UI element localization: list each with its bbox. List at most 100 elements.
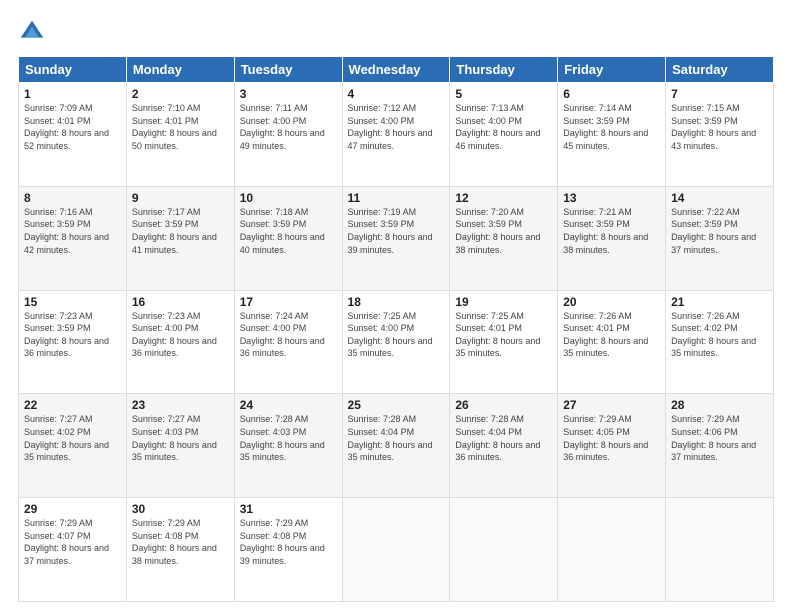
calendar-cell: 24 Sunrise: 7:28 AM Sunset: 4:03 PM Dayl… [234, 394, 342, 498]
calendar-week-5: 29 Sunrise: 7:29 AM Sunset: 4:07 PM Dayl… [19, 498, 774, 602]
day-info: Sunrise: 7:29 AM Sunset: 4:06 PM Dayligh… [671, 413, 768, 463]
day-info: Sunrise: 7:10 AM Sunset: 4:01 PM Dayligh… [132, 102, 229, 152]
day-number: 21 [671, 295, 768, 309]
col-header-saturday: Saturday [666, 57, 774, 83]
day-info: Sunrise: 7:24 AM Sunset: 4:00 PM Dayligh… [240, 310, 337, 360]
day-info: Sunrise: 7:27 AM Sunset: 4:03 PM Dayligh… [132, 413, 229, 463]
day-info: Sunrise: 7:26 AM Sunset: 4:02 PM Dayligh… [671, 310, 768, 360]
day-number: 9 [132, 191, 229, 205]
day-info: Sunrise: 7:15 AM Sunset: 3:59 PM Dayligh… [671, 102, 768, 152]
calendar-cell: 4 Sunrise: 7:12 AM Sunset: 4:00 PM Dayli… [342, 83, 450, 187]
day-number: 20 [563, 295, 660, 309]
calendar-week-2: 8 Sunrise: 7:16 AM Sunset: 3:59 PM Dayli… [19, 186, 774, 290]
calendar-cell: 10 Sunrise: 7:18 AM Sunset: 3:59 PM Dayl… [234, 186, 342, 290]
day-number: 27 [563, 398, 660, 412]
calendar-cell: 3 Sunrise: 7:11 AM Sunset: 4:00 PM Dayli… [234, 83, 342, 187]
col-header-tuesday: Tuesday [234, 57, 342, 83]
logo [18, 18, 50, 46]
page: SundayMondayTuesdayWednesdayThursdayFrid… [0, 0, 792, 612]
calendar-week-3: 15 Sunrise: 7:23 AM Sunset: 3:59 PM Dayl… [19, 290, 774, 394]
day-info: Sunrise: 7:25 AM Sunset: 4:01 PM Dayligh… [455, 310, 552, 360]
header [18, 18, 774, 46]
day-info: Sunrise: 7:13 AM Sunset: 4:00 PM Dayligh… [455, 102, 552, 152]
day-info: Sunrise: 7:18 AM Sunset: 3:59 PM Dayligh… [240, 206, 337, 256]
col-header-monday: Monday [126, 57, 234, 83]
col-header-thursday: Thursday [450, 57, 558, 83]
calendar-cell: 8 Sunrise: 7:16 AM Sunset: 3:59 PM Dayli… [19, 186, 127, 290]
col-header-friday: Friday [558, 57, 666, 83]
calendar-cell: 6 Sunrise: 7:14 AM Sunset: 3:59 PM Dayli… [558, 83, 666, 187]
day-info: Sunrise: 7:29 AM Sunset: 4:08 PM Dayligh… [132, 517, 229, 567]
calendar-cell: 27 Sunrise: 7:29 AM Sunset: 4:05 PM Dayl… [558, 394, 666, 498]
day-info: Sunrise: 7:11 AM Sunset: 4:00 PM Dayligh… [240, 102, 337, 152]
calendar-cell: 9 Sunrise: 7:17 AM Sunset: 3:59 PM Dayli… [126, 186, 234, 290]
day-info: Sunrise: 7:17 AM Sunset: 3:59 PM Dayligh… [132, 206, 229, 256]
day-number: 30 [132, 502, 229, 516]
day-number: 3 [240, 87, 337, 101]
day-number: 6 [563, 87, 660, 101]
calendar-cell [666, 498, 774, 602]
day-number: 23 [132, 398, 229, 412]
calendar-cell: 20 Sunrise: 7:26 AM Sunset: 4:01 PM Dayl… [558, 290, 666, 394]
day-number: 11 [348, 191, 445, 205]
calendar-cell: 28 Sunrise: 7:29 AM Sunset: 4:06 PM Dayl… [666, 394, 774, 498]
day-info: Sunrise: 7:20 AM Sunset: 3:59 PM Dayligh… [455, 206, 552, 256]
day-number: 2 [132, 87, 229, 101]
day-number: 14 [671, 191, 768, 205]
day-info: Sunrise: 7:29 AM Sunset: 4:07 PM Dayligh… [24, 517, 121, 567]
calendar-cell: 16 Sunrise: 7:23 AM Sunset: 4:00 PM Dayl… [126, 290, 234, 394]
col-header-wednesday: Wednesday [342, 57, 450, 83]
day-info: Sunrise: 7:23 AM Sunset: 3:59 PM Dayligh… [24, 310, 121, 360]
calendar-cell: 1 Sunrise: 7:09 AM Sunset: 4:01 PM Dayli… [19, 83, 127, 187]
calendar-cell: 26 Sunrise: 7:28 AM Sunset: 4:04 PM Dayl… [450, 394, 558, 498]
day-number: 7 [671, 87, 768, 101]
day-number: 15 [24, 295, 121, 309]
logo-icon [18, 18, 46, 46]
calendar-cell: 15 Sunrise: 7:23 AM Sunset: 3:59 PM Dayl… [19, 290, 127, 394]
day-number: 19 [455, 295, 552, 309]
day-number: 13 [563, 191, 660, 205]
calendar-cell [558, 498, 666, 602]
day-info: Sunrise: 7:29 AM Sunset: 4:05 PM Dayligh… [563, 413, 660, 463]
day-number: 17 [240, 295, 337, 309]
day-number: 18 [348, 295, 445, 309]
calendar-cell: 19 Sunrise: 7:25 AM Sunset: 4:01 PM Dayl… [450, 290, 558, 394]
calendar-cell [342, 498, 450, 602]
calendar-cell: 29 Sunrise: 7:29 AM Sunset: 4:07 PM Dayl… [19, 498, 127, 602]
day-info: Sunrise: 7:12 AM Sunset: 4:00 PM Dayligh… [348, 102, 445, 152]
day-info: Sunrise: 7:28 AM Sunset: 4:03 PM Dayligh… [240, 413, 337, 463]
day-number: 24 [240, 398, 337, 412]
day-info: Sunrise: 7:27 AM Sunset: 4:02 PM Dayligh… [24, 413, 121, 463]
day-info: Sunrise: 7:23 AM Sunset: 4:00 PM Dayligh… [132, 310, 229, 360]
day-number: 10 [240, 191, 337, 205]
day-info: Sunrise: 7:19 AM Sunset: 3:59 PM Dayligh… [348, 206, 445, 256]
calendar-week-4: 22 Sunrise: 7:27 AM Sunset: 4:02 PM Dayl… [19, 394, 774, 498]
calendar-body: 1 Sunrise: 7:09 AM Sunset: 4:01 PM Dayli… [19, 83, 774, 602]
calendar-cell: 11 Sunrise: 7:19 AM Sunset: 3:59 PM Dayl… [342, 186, 450, 290]
day-info: Sunrise: 7:09 AM Sunset: 4:01 PM Dayligh… [24, 102, 121, 152]
calendar-cell: 13 Sunrise: 7:21 AM Sunset: 3:59 PM Dayl… [558, 186, 666, 290]
calendar-cell: 5 Sunrise: 7:13 AM Sunset: 4:00 PM Dayli… [450, 83, 558, 187]
day-number: 1 [24, 87, 121, 101]
day-info: Sunrise: 7:22 AM Sunset: 3:59 PM Dayligh… [671, 206, 768, 256]
day-number: 8 [24, 191, 121, 205]
day-info: Sunrise: 7:21 AM Sunset: 3:59 PM Dayligh… [563, 206, 660, 256]
calendar-cell [450, 498, 558, 602]
calendar-cell: 25 Sunrise: 7:28 AM Sunset: 4:04 PM Dayl… [342, 394, 450, 498]
day-number: 26 [455, 398, 552, 412]
day-info: Sunrise: 7:14 AM Sunset: 3:59 PM Dayligh… [563, 102, 660, 152]
day-info: Sunrise: 7:25 AM Sunset: 4:00 PM Dayligh… [348, 310, 445, 360]
calendar-cell: 23 Sunrise: 7:27 AM Sunset: 4:03 PM Dayl… [126, 394, 234, 498]
day-info: Sunrise: 7:16 AM Sunset: 3:59 PM Dayligh… [24, 206, 121, 256]
calendar-cell: 22 Sunrise: 7:27 AM Sunset: 4:02 PM Dayl… [19, 394, 127, 498]
day-number: 28 [671, 398, 768, 412]
calendar-cell: 2 Sunrise: 7:10 AM Sunset: 4:01 PM Dayli… [126, 83, 234, 187]
calendar-cell: 31 Sunrise: 7:29 AM Sunset: 4:08 PM Dayl… [234, 498, 342, 602]
day-info: Sunrise: 7:26 AM Sunset: 4:01 PM Dayligh… [563, 310, 660, 360]
calendar-cell: 18 Sunrise: 7:25 AM Sunset: 4:00 PM Dayl… [342, 290, 450, 394]
day-number: 31 [240, 502, 337, 516]
calendar-header-row: SundayMondayTuesdayWednesdayThursdayFrid… [19, 57, 774, 83]
day-number: 5 [455, 87, 552, 101]
calendar-cell: 21 Sunrise: 7:26 AM Sunset: 4:02 PM Dayl… [666, 290, 774, 394]
day-number: 16 [132, 295, 229, 309]
